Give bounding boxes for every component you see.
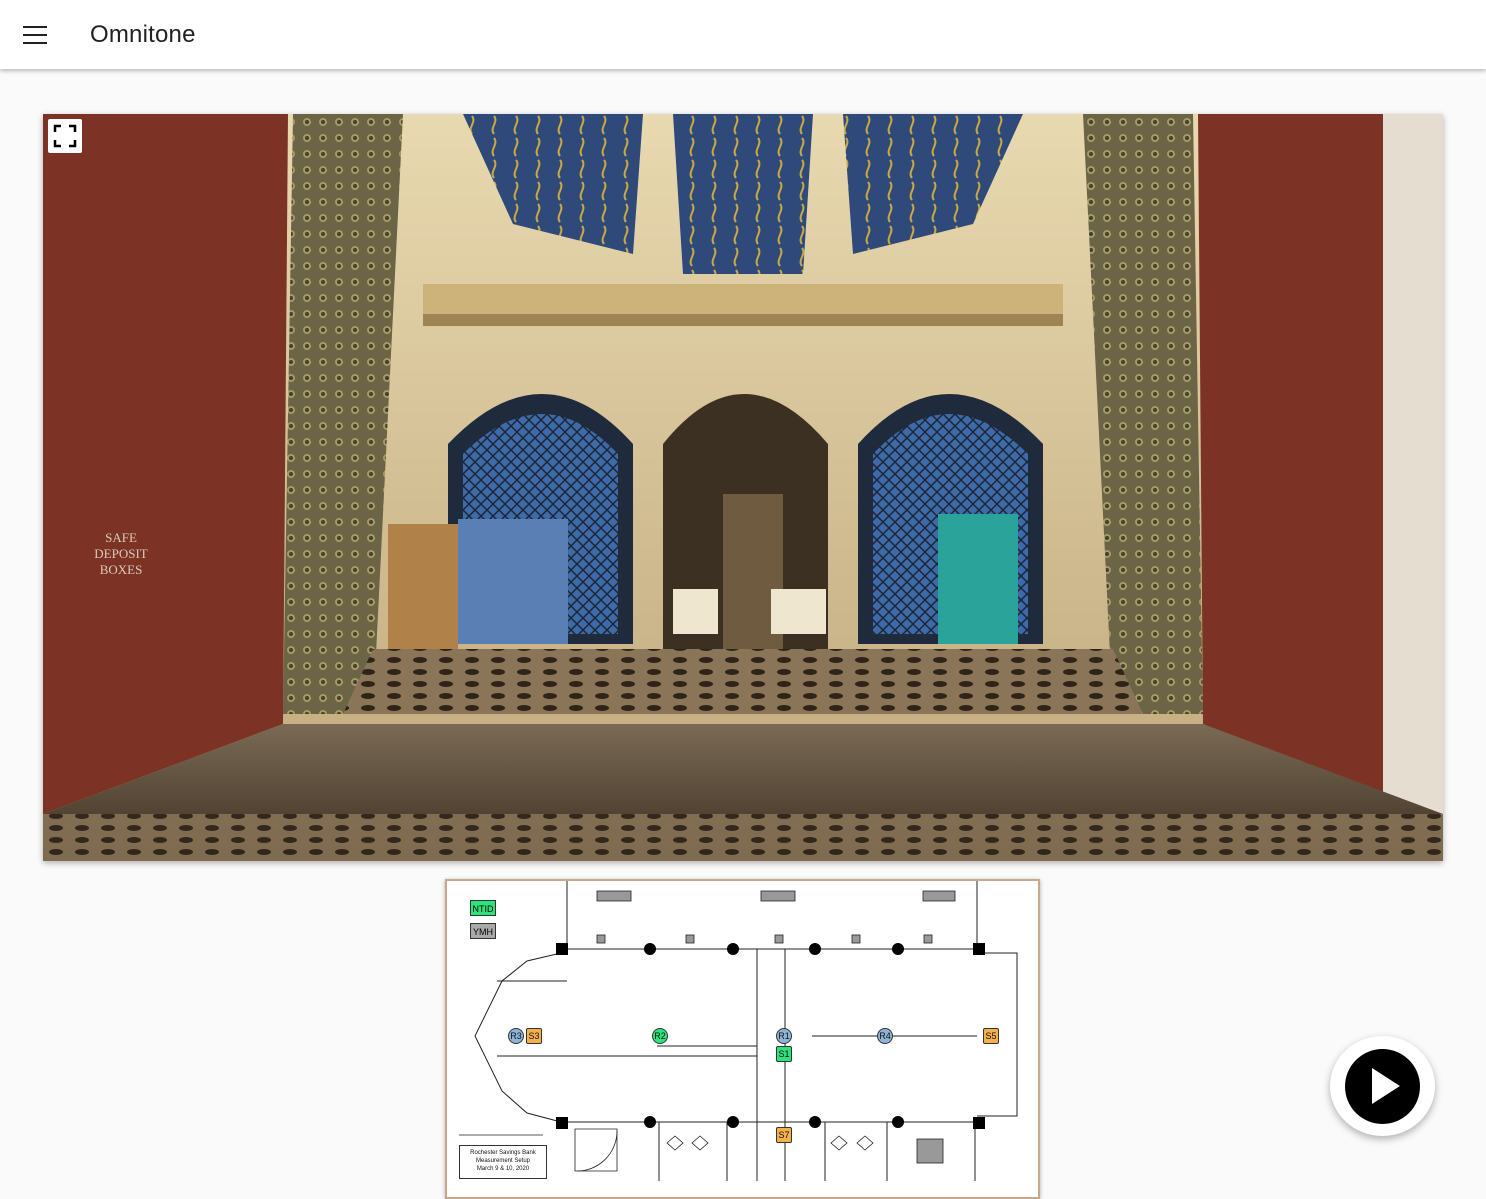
floor-plan-caption: Rochester Savings Bank Measurement Setup… (459, 1145, 547, 1179)
menu-icon (23, 25, 47, 44)
menu-button[interactable] (0, 0, 70, 69)
marker-r3[interactable]: R3 (508, 1028, 524, 1044)
marker-s1[interactable]: S1 (776, 1046, 792, 1062)
marker-r2[interactable]: R2 (652, 1028, 668, 1044)
caption-line: Rochester Savings Bank (470, 1150, 536, 1156)
panorama-viewer[interactable]: SAFE DEPOSIT BOXES (43, 114, 1443, 861)
legend-ntid-label: NTID (472, 904, 494, 914)
play-button[interactable] (1330, 1036, 1435, 1136)
safe-deposit-sign: SAFE (105, 530, 137, 545)
marker-r1[interactable]: R1 (776, 1028, 792, 1044)
panorama-image: SAFE DEPOSIT BOXES (43, 114, 1443, 861)
caption-line: Measurement Setup (475, 1158, 531, 1164)
marker-r4[interactable]: R4 (877, 1028, 893, 1044)
safe-deposit-sign: DEPOSIT (94, 546, 148, 561)
legend-ntid: NTID (470, 900, 496, 916)
caption-line: March 9 & 10, 2020 (476, 1166, 530, 1172)
marker-s7[interactable]: S7 (776, 1127, 792, 1143)
safe-deposit-sign: BOXES (100, 562, 143, 577)
app-bar: Omnitone (0, 0, 1486, 69)
legend-ymh: YMH (470, 923, 496, 939)
fullscreen-icon (53, 124, 77, 148)
fullscreen-button[interactable] (48, 119, 82, 153)
play-icon (1345, 1048, 1420, 1124)
legend-ymh-label: YMH (473, 927, 493, 937)
floor-plan: NTID YMH R3 S3 R2 R1 S1 R4 S5 S7 Rochest… (445, 879, 1040, 1199)
marker-s3[interactable]: S3 (526, 1028, 542, 1044)
app-title: Omnitone (90, 20, 196, 48)
marker-s5[interactable]: S5 (983, 1028, 999, 1044)
